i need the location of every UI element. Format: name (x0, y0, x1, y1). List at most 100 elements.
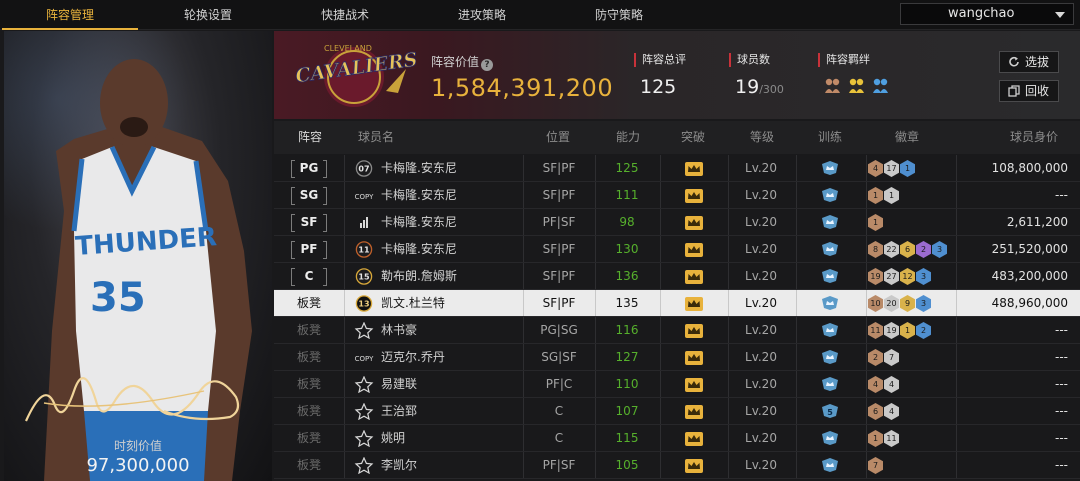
signature-icon (24, 377, 240, 422)
badge-icon[interactable]: 3 (932, 241, 947, 258)
table-row[interactable]: 板凳 林书豪 PG|SG 116 Lv.20 11 19 1 2 --- (274, 317, 1080, 344)
player-card[interactable]: THUNDER 35 时刻价值 97,300,000 (4, 31, 272, 481)
lineup-slot: C (274, 263, 344, 290)
badge-icon[interactable]: 4 (884, 403, 899, 420)
badge-icon[interactable]: 4 (868, 160, 883, 177)
badge-icon[interactable]: 10 (868, 295, 883, 312)
column-divider (956, 452, 957, 478)
badge-icon[interactable]: 27 (884, 268, 899, 285)
column-divider (956, 398, 957, 424)
badge-icon[interactable]: 7 (868, 457, 883, 474)
bench-label: 板凳 (296, 323, 321, 337)
tab-quick-tactics[interactable]: 快捷战术 (277, 0, 413, 30)
table-row[interactable]: PF 11 卡梅隆.安东尼 SF|PF 130 Lv.20 8 22 6 2 3 251,520,00… (274, 236, 1080, 263)
table-row[interactable]: SF 卡梅隆.安东尼 PF|SF 98 Lv.20 1 2,611,200 (274, 209, 1080, 236)
tab-rotation[interactable]: 轮换设置 (140, 0, 276, 30)
column-divider (344, 425, 345, 451)
col-level[interactable]: 等级 (750, 121, 774, 154)
badge-icon[interactable]: 6 (900, 241, 915, 258)
badge-icon[interactable]: 1 (868, 214, 883, 231)
badge-icon[interactable]: 2 (916, 241, 931, 258)
col-badges[interactable]: 徽章 (895, 121, 919, 154)
column-divider (344, 371, 345, 397)
badge-icon[interactable]: 6 (868, 403, 883, 420)
breakthrough-cell[interactable] (660, 452, 727, 481)
refresh-icon (1009, 56, 1019, 67)
col-position[interactable]: 位置 (546, 121, 570, 154)
player-position: C (554, 404, 564, 418)
badge-icon[interactable]: 4 (868, 376, 883, 393)
lineup-rating-label: 阵容总评 (642, 53, 686, 66)
badge-icon[interactable]: 1 (884, 187, 899, 204)
badge-icon[interactable]: 1 (868, 430, 883, 447)
player-position: SF|PF (542, 269, 576, 283)
player-count: 球员数 19/300 (729, 53, 784, 98)
badges-cell: 1 (866, 209, 956, 236)
col-breakthrough[interactable]: 突破 (681, 121, 705, 154)
badge-icon[interactable]: 4 (884, 376, 899, 393)
player-position: PF|SF (542, 458, 576, 472)
badge-icon[interactable]: 19 (868, 268, 883, 285)
badge-icon[interactable]: 17 (884, 160, 899, 177)
table-row[interactable]: PG 07 卡梅隆.安东尼 SF|PF 125 Lv.20 4 17 1 108,800,000 (274, 155, 1080, 182)
badge-icon[interactable]: 3 (916, 295, 931, 312)
table-row[interactable]: 板凳 易建联 PF|C 110 Lv.20 4 4 --- (274, 371, 1080, 398)
player-position: SG|SF (541, 350, 577, 364)
training-cell[interactable] (796, 452, 864, 481)
column-divider (344, 209, 345, 235)
help-icon[interactable]: ? (481, 59, 494, 71)
jersey-icon (352, 456, 376, 479)
bond-icons[interactable] (824, 77, 894, 95)
select-button[interactable]: 选拔 (999, 51, 1059, 73)
table-row[interactable]: 板凳 王治郅 C 107 Lv.20 5 6 4 --- (274, 398, 1080, 425)
badge-icon[interactable]: 2 (916, 322, 931, 339)
badge-icon[interactable]: 7 (884, 349, 899, 366)
badge-icon[interactable]: 12 (900, 268, 915, 285)
table-row[interactable]: 板凳 李凯尔 PF|SF 105 Lv.20 7 --- (274, 452, 1080, 479)
badge-icon[interactable]: 20 (884, 295, 899, 312)
tab-defense[interactable]: 防守策略 (551, 0, 687, 30)
badge-icon[interactable]: 11 (884, 430, 899, 447)
badge-icon[interactable]: 9 (900, 295, 915, 312)
col-slot[interactable]: 阵容 (298, 121, 322, 154)
player-name: 卡梅隆.安东尼 (381, 242, 457, 256)
table-row[interactable]: SG COPY 卡梅隆.安东尼 SF|PF 111 Lv.20 1 1 --- (274, 182, 1080, 209)
lineup-slot: 板凳 (274, 317, 344, 344)
badges-cell: 8 22 6 2 3 (866, 236, 956, 263)
badge-icon[interactable]: 22 (884, 241, 899, 258)
jersey-icon: COPY (352, 187, 376, 209)
col-value[interactable]: 球员身价 (1010, 121, 1058, 154)
recycle-button[interactable]: 回收 (999, 80, 1059, 102)
badge-icon[interactable]: 19 (884, 322, 899, 339)
player-ability: 130 (615, 242, 639, 256)
badge-icon[interactable]: 2 (868, 349, 883, 366)
player-level: Lv.20 (745, 188, 777, 202)
column-divider (956, 236, 957, 262)
player-position: PF|SF (542, 215, 576, 229)
player-value: --- (1055, 350, 1068, 364)
table-row[interactable]: 板凳 姚明 C 115 Lv.20 1 11 --- (274, 425, 1080, 452)
col-training[interactable]: 训练 (818, 121, 842, 154)
badge-icon[interactable]: 1 (868, 187, 883, 204)
player-name: 卡梅隆.安东尼 (381, 215, 457, 229)
user-dropdown[interactable]: wangchao (900, 3, 1074, 25)
lineup-value-label: 阵容价值 (431, 55, 480, 69)
badge-icon[interactable]: 3 (916, 268, 931, 285)
table-row[interactable]: C 15 勒布朗.詹姆斯 SF|PF 136 Lv.20 19 27 12 3 483,200,00… (274, 263, 1080, 290)
badge-icon[interactable]: 1 (900, 160, 915, 177)
tab-lineup[interactable]: 阵容管理 (2, 0, 138, 30)
table-row[interactable]: 板凳 13 凯文.杜兰特 SF|PF 135 Lv.20 10 20 9 3 488,960,000 (274, 290, 1080, 317)
badge-icon[interactable]: 1 (900, 322, 915, 339)
tab-offense[interactable]: 进攻策略 (414, 0, 550, 30)
crown-icon (684, 189, 703, 203)
training-icon (822, 350, 838, 364)
badge-icon[interactable]: 8 (868, 241, 883, 258)
table-row[interactable]: 板凳 COPY 迈克尔.乔丹 SG|SF 127 Lv.20 2 7 --- (274, 344, 1080, 371)
badges-cell: 1 11 (866, 425, 956, 452)
col-name[interactable]: 球员名 (358, 121, 394, 154)
column-divider (956, 290, 957, 316)
badge-icon[interactable]: 11 (868, 322, 883, 339)
col-ability[interactable]: 能力 (616, 121, 640, 154)
player-position: SF|PF (542, 188, 576, 202)
team-header: CLEVELAND CAVALIERS 阵容价值? 1,584,391,200 … (274, 31, 1080, 119)
